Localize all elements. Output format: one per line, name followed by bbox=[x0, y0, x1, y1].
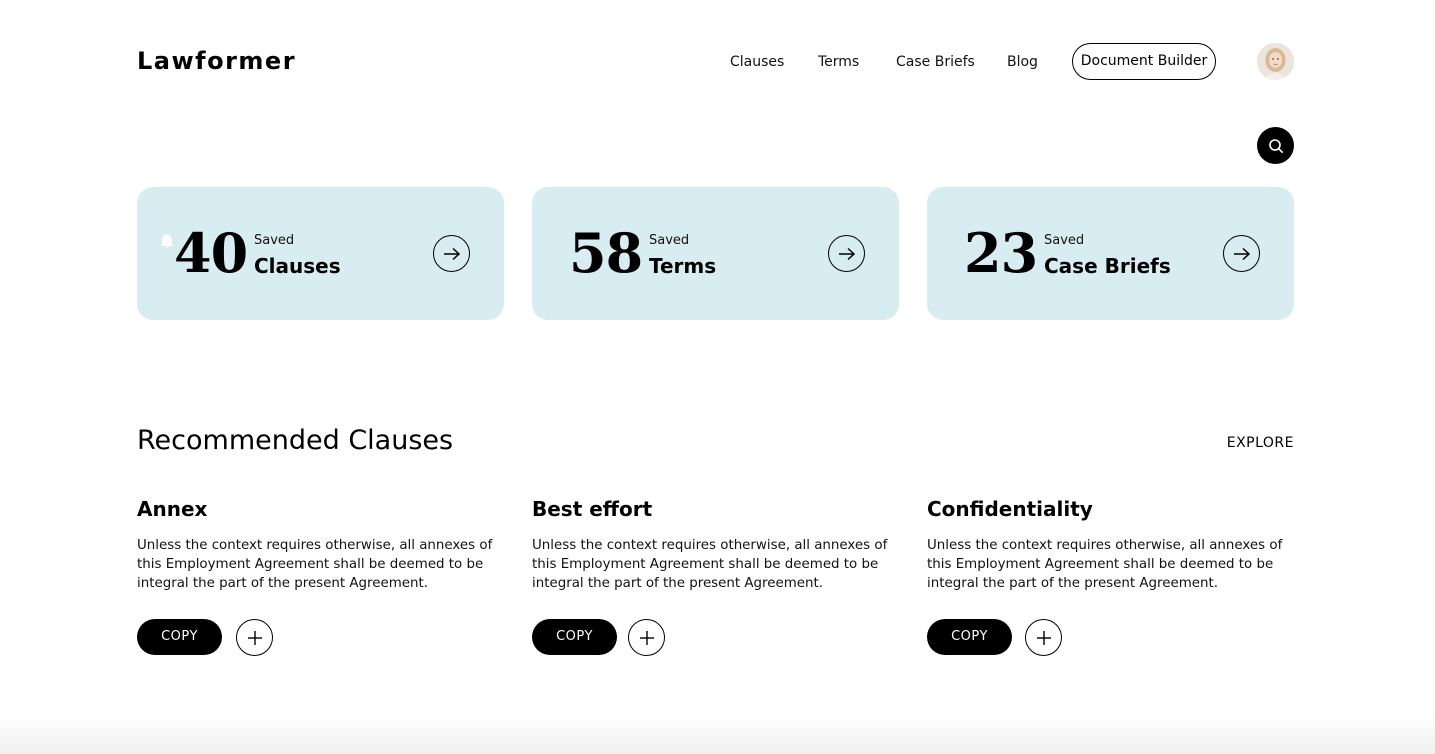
main-nav: Clauses Terms Case Briefs Blog bbox=[0, 44, 1435, 80]
copy-button[interactable]: COPY bbox=[137, 619, 222, 655]
page: Lawformer Clauses Terms Case Briefs Blog… bbox=[0, 0, 1435, 754]
stat-name-clauses: Clauses bbox=[254, 254, 341, 278]
saved-label: Saved bbox=[649, 233, 690, 248]
clause-card-best-effort: Best effort Unless the context requires … bbox=[532, 494, 899, 656]
stat-name-case-briefs: Case Briefs bbox=[1044, 254, 1171, 278]
clause-actions: COPY bbox=[137, 619, 337, 656]
clause-body: Unless the context requires otherwise, a… bbox=[927, 538, 1283, 591]
clause-title: Confidentiality bbox=[927, 497, 1093, 521]
clause-card-annex: Annex Unless the context requires otherw… bbox=[137, 494, 504, 656]
document-builder-button[interactable]: Document Builder bbox=[1072, 43, 1216, 80]
saved-case-briefs-card[interactable]: 23 Saved Case Briefs bbox=[927, 187, 1294, 320]
nav-link-blog[interactable]: Blog bbox=[1007, 44, 1038, 80]
add-button[interactable] bbox=[628, 619, 665, 656]
open-case-briefs-button[interactable] bbox=[1223, 235, 1260, 272]
add-button[interactable] bbox=[236, 619, 273, 656]
section-title: Recommended Clauses bbox=[137, 425, 454, 456]
arrow-right-icon bbox=[1233, 247, 1250, 260]
clause-actions: COPY bbox=[532, 619, 732, 656]
plus-icon bbox=[1036, 630, 1051, 645]
open-clauses-button[interactable] bbox=[433, 235, 470, 272]
user-avatar[interactable] bbox=[1257, 43, 1294, 80]
saved-label: Saved bbox=[1044, 233, 1085, 248]
stat-name-terms: Terms bbox=[649, 254, 717, 278]
copy-button[interactable]: COPY bbox=[532, 619, 617, 655]
copy-button[interactable]: COPY bbox=[927, 619, 1012, 655]
nav-link-clauses[interactable]: Clauses bbox=[730, 44, 784, 80]
clause-title: Best effort bbox=[532, 497, 653, 521]
add-button[interactable] bbox=[1025, 619, 1062, 656]
nav-link-case-briefs[interactable]: Case Briefs bbox=[896, 44, 975, 80]
plus-icon bbox=[247, 630, 262, 645]
saved-case-briefs-count: 23 bbox=[964, 221, 1038, 285]
saved-terms-count: 58 bbox=[569, 221, 643, 285]
open-terms-button[interactable] bbox=[828, 235, 865, 272]
saved-label: Saved bbox=[254, 233, 295, 248]
clause-actions: COPY bbox=[927, 619, 1127, 656]
saved-terms-card[interactable]: 58 Saved Terms bbox=[532, 187, 899, 320]
plus-icon bbox=[639, 630, 654, 645]
explore-link[interactable]: EXPLORE bbox=[1180, 433, 1294, 453]
avatar-icon bbox=[1257, 43, 1294, 80]
bottom-shadow bbox=[0, 712, 1435, 754]
search-button[interactable] bbox=[1257, 127, 1294, 164]
clause-body: Unless the context requires otherwise, a… bbox=[532, 538, 888, 591]
clause-title: Annex bbox=[137, 497, 208, 521]
bell-icon bbox=[160, 234, 174, 249]
clause-body: Unless the context requires otherwise, a… bbox=[137, 538, 493, 591]
saved-clauses-count: 40 bbox=[174, 221, 248, 285]
nav-link-terms[interactable]: Terms bbox=[818, 44, 859, 80]
search-icon bbox=[1268, 138, 1283, 153]
arrow-right-icon bbox=[443, 247, 460, 260]
clause-card-confidentiality: Confidentiality Unless the context requi… bbox=[927, 494, 1294, 656]
arrow-right-icon bbox=[838, 247, 855, 260]
saved-clauses-card[interactable]: 40 Saved Clauses bbox=[137, 187, 504, 320]
